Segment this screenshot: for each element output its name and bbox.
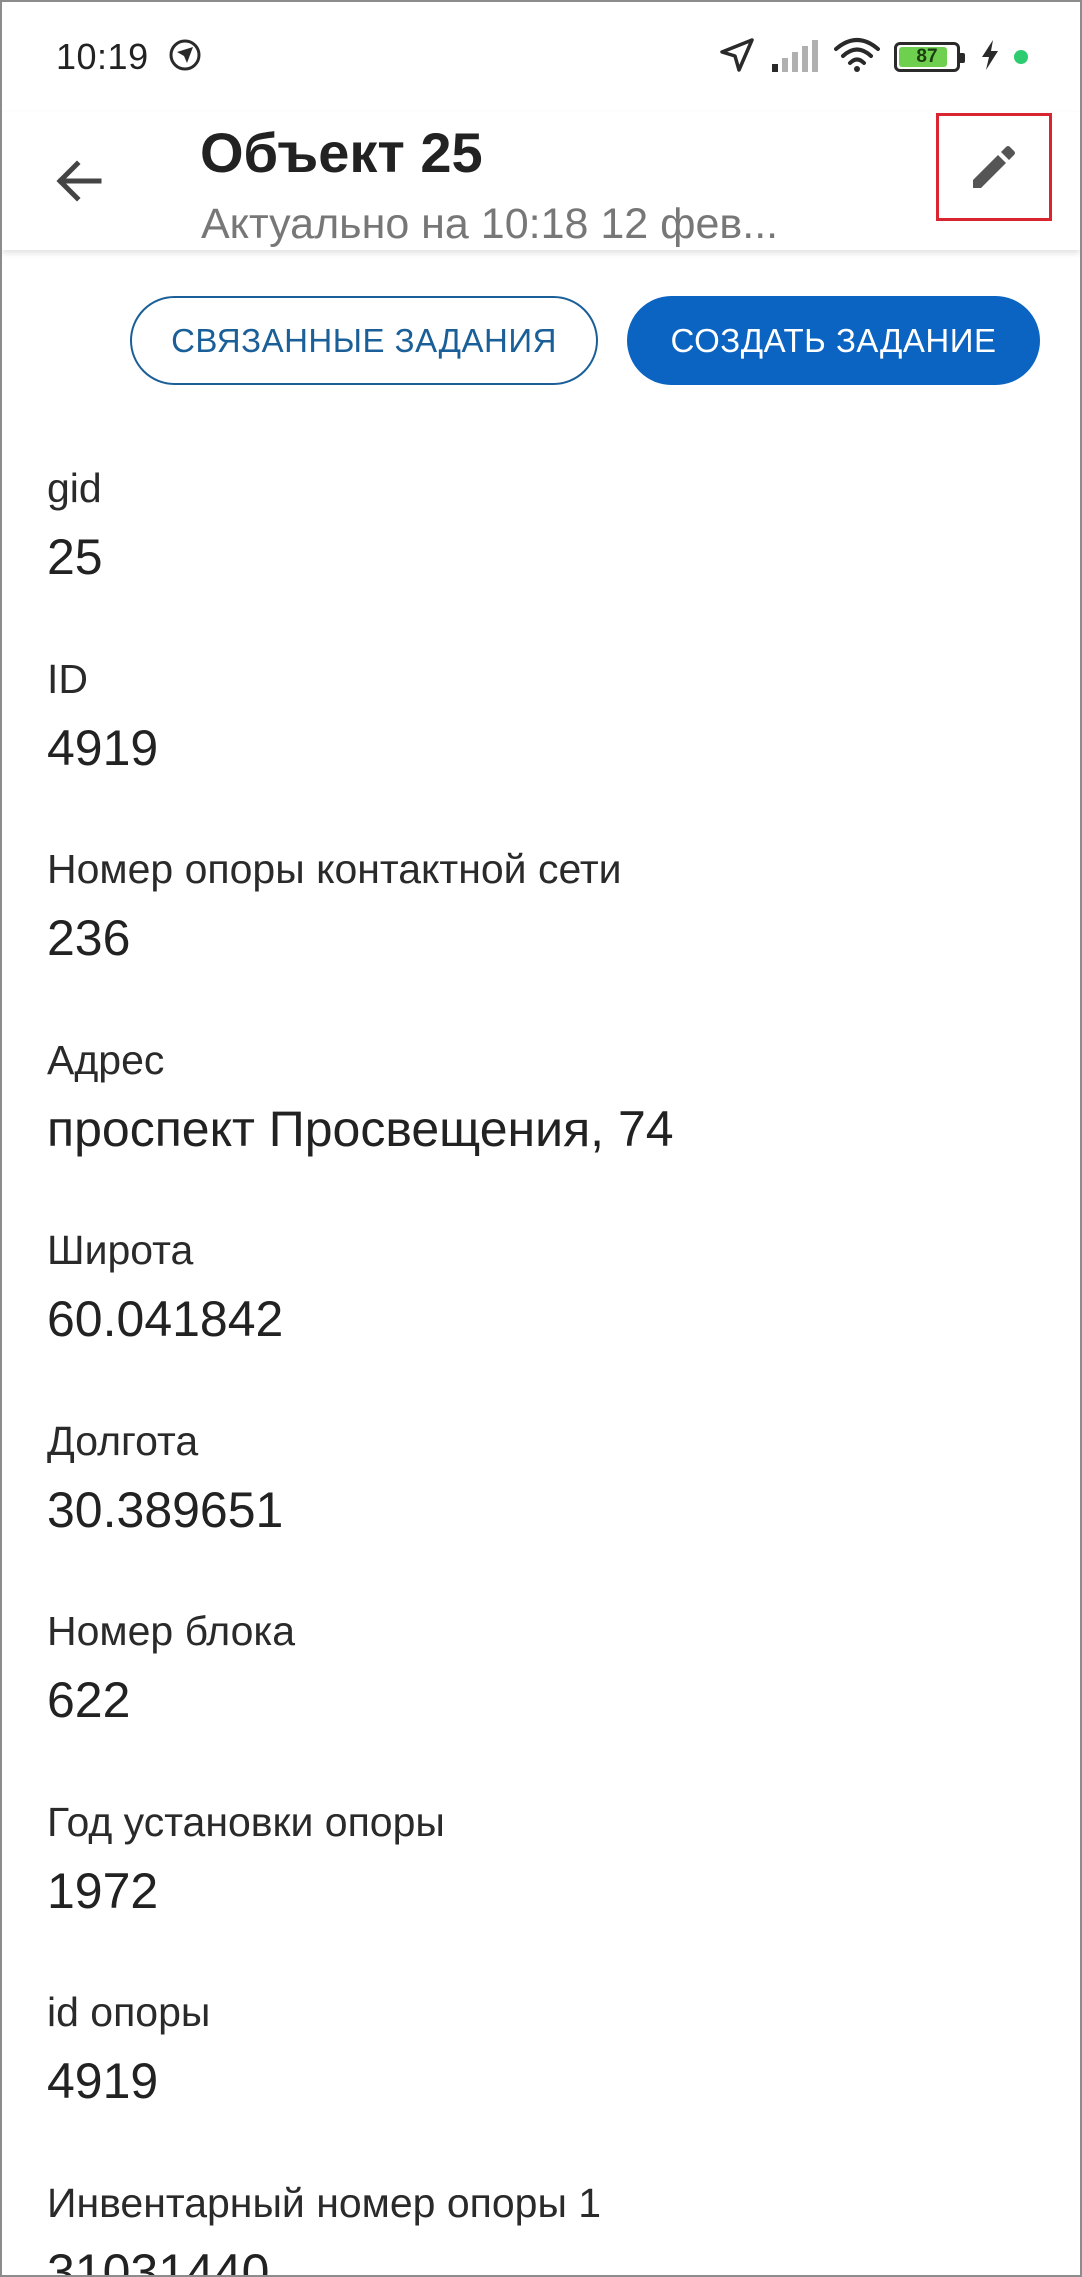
field-label: Год установки опоры [47,1798,445,1845]
field-label: Широта [47,1227,194,1273]
field-value: 60.041842 [47,1291,284,1347]
field-value: 4919 [47,719,159,776]
field-label: Долгота [47,1417,199,1464]
app-bar: Объект 25 Актуально на 10:18 12 фев... [2,112,1080,250]
field-label: gid [47,465,102,511]
status-left: 10:19 [56,36,203,78]
field-label: ID [47,655,88,702]
related-tasks-button[interactable]: СВЯЗАННЫЕ ЗАДАНИЯ [130,296,598,385]
field-value: 30.389651 [47,1481,284,1538]
field-latitude: Широта 60.041842 [47,1226,1047,1417]
field-value: 25 [47,529,103,585]
field-value: 236 [47,910,131,966]
field-gid: gid 25 [47,464,1047,655]
arrow-left-icon [56,160,102,202]
field-label: Номер блока [47,1608,296,1654]
attribute-list: gid 25 ID 4919 Номер опоры контактной се… [47,464,1047,2277]
page-subtitle: Актуально на 10:18 12 фев... [201,200,779,248]
field-value: 622 [47,1672,131,1728]
field-value: 4919 [47,2053,159,2109]
screen: 10:19 87 Объект 25 Актуально на 10:18 12… [0,0,1082,2277]
field-label: Инвентарный номер опоры 1 [47,2179,602,2226]
back-button[interactable] [40,142,118,220]
pencil-icon [973,146,1015,188]
location-arrow-icon [718,36,756,79]
field-address: Адрес проспект Просвещения, 74 [47,1036,1047,1227]
wifi-icon [834,37,880,78]
status-bar: 10:19 87 [2,2,1080,112]
field-label: Номер опоры контактной сети [47,846,622,892]
field-pole-number: Номер опоры контактной сети 236 [47,845,1047,1036]
green-indicator-dot [1014,50,1028,64]
field-pole-id: id опоры 4919 [47,1988,1047,2179]
field-id: ID 4919 [47,655,1047,846]
charging-bolt-icon [980,39,1000,76]
field-value: 31031440 [47,2243,270,2277]
field-longitude: Долгота 30.389651 [47,1417,1047,1608]
field-value: проспект Просвещения, 74 [47,1100,674,1157]
page-title: Объект 25 [200,121,483,184]
battery-level-text: 87 [916,46,938,67]
field-value: 1972 [47,1862,159,1919]
cellular-signal-icon [770,38,820,77]
field-label: id опоры [47,1989,211,2035]
field-install-year: Год установки опоры 1972 [47,1798,1047,1989]
create-task-button[interactable]: СОЗДАТЬ ЗАДАНИЕ [627,296,1040,385]
status-right: 87 [718,36,1028,79]
field-inventory-number: Инвентарный номер опоры 1 31031440 [47,2179,1047,2277]
field-block-number: Номер блока 622 [47,1607,1047,1798]
battery-icon: 87 [894,42,965,72]
edit-button[interactable] [936,113,1052,221]
field-label: Адрес [47,1036,165,1083]
navigation-app-icon [167,37,203,78]
status-time: 10:19 [56,36,149,77]
